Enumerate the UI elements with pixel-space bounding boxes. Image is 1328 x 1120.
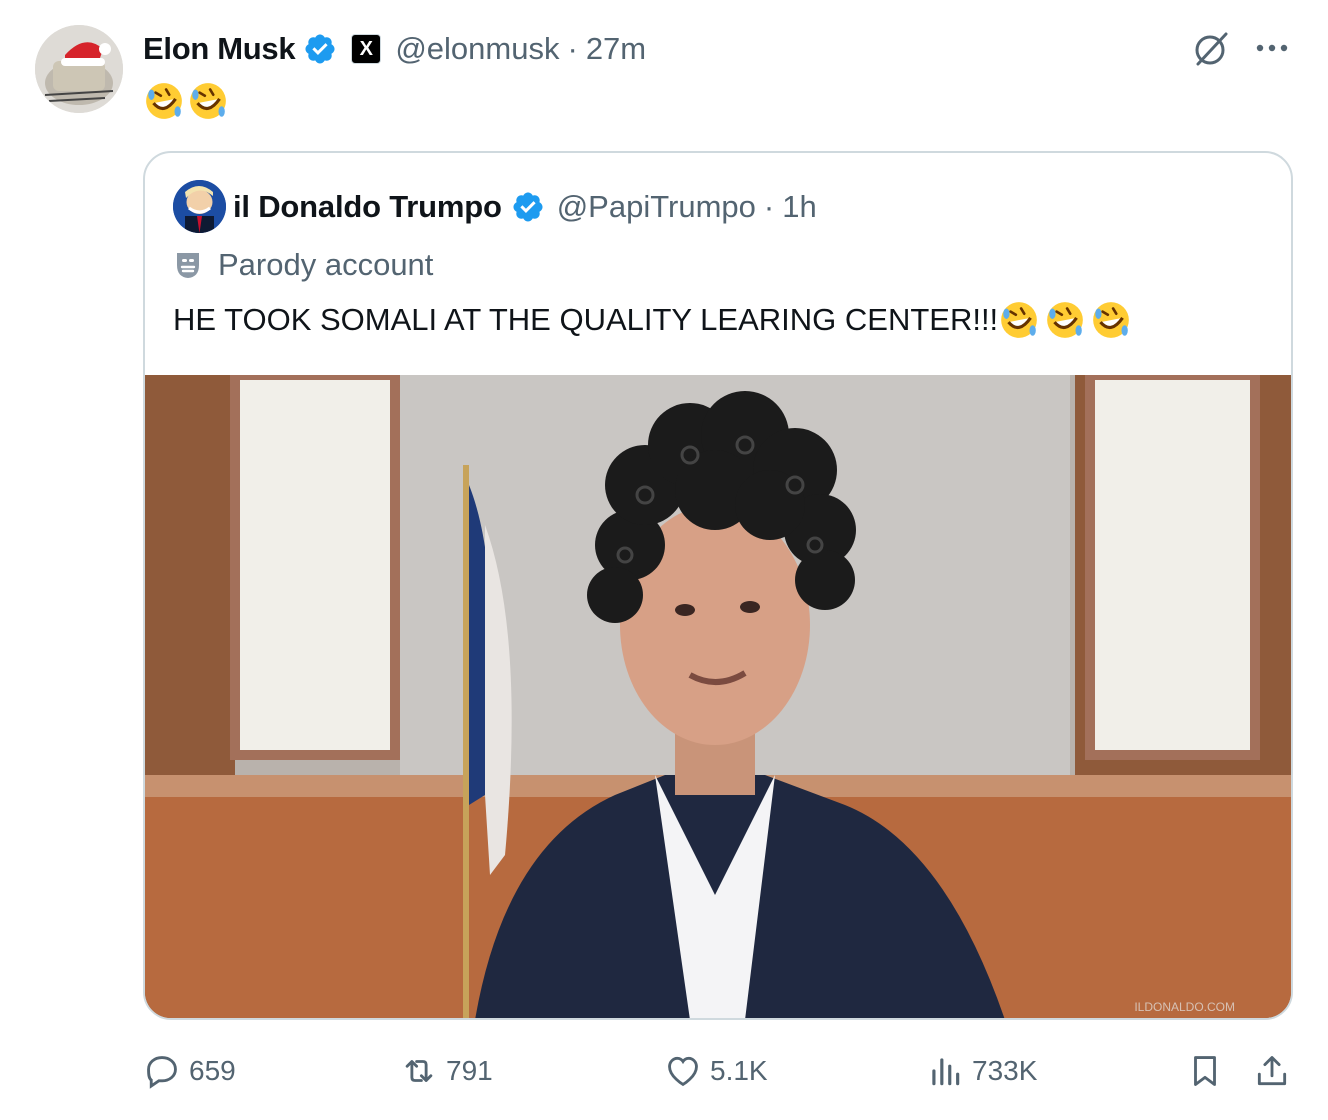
share-icon <box>1257 1056 1287 1086</box>
quoted-post-media[interactable]: ILDONALDO.COM <box>145 375 1291 1018</box>
reply-button[interactable]: 659 <box>143 1048 236 1094</box>
quoted-post-text: HE TOOK SOMALI AT THE QUALITY LEARING CE… <box>173 298 1132 342</box>
quoted-author-name[interactable]: il Donaldo Trumpo <box>233 189 502 225</box>
separator-dot: · <box>567 31 578 66</box>
rolling-laughing-emoji-icon <box>1047 302 1084 338</box>
rolling-laughing-emoji-icon <box>1093 302 1130 338</box>
media-watermark: ILDONALDO.COM <box>1134 1000 1235 1014</box>
reply-count: 659 <box>189 1055 236 1086</box>
separator-dot: · <box>763 189 775 224</box>
rolling-laughing-emoji-icon <box>190 83 226 119</box>
quoted-author-avatar[interactable] <box>173 180 226 233</box>
bookmark-button[interactable] <box>1186 1048 1224 1094</box>
theater-mask-icon <box>177 253 199 278</box>
author-handle[interactable]: @elonmusk <box>395 31 559 67</box>
repost-count: 791 <box>446 1055 493 1086</box>
more-icon[interactable] <box>1252 28 1292 68</box>
grok-icon[interactable] <box>1190 28 1232 70</box>
author-name[interactable]: Elon Musk <box>143 31 296 67</box>
verified-badge-icon <box>513 192 543 222</box>
quoted-post-header: il Donaldo Trumpo @PapiTrumpo · 1h <box>233 185 817 229</box>
heart-icon <box>668 1056 698 1087</box>
repost-icon <box>405 1060 433 1082</box>
quoted-post-timestamp[interactable]: 1h <box>782 189 816 225</box>
rolling-laughing-emoji-icon <box>1001 302 1038 338</box>
views-button[interactable]: 733K <box>926 1048 1037 1094</box>
verified-badge-icon <box>305 34 335 64</box>
like-button[interactable]: 5.1K <box>664 1048 768 1094</box>
quoted-author-handle[interactable]: @PapiTrumpo <box>557 189 756 225</box>
parody-label-text: Parody account <box>218 247 434 282</box>
author-avatar[interactable] <box>35 25 123 113</box>
reply-icon <box>147 1056 177 1089</box>
share-button[interactable] <box>1253 1048 1291 1094</box>
x-affiliate-badge[interactable]: X <box>351 34 382 64</box>
post-text <box>143 80 229 122</box>
bookmark-icon <box>1194 1056 1216 1086</box>
parody-account-label: Parody account <box>173 245 433 285</box>
quoted-post-card[interactable]: il Donaldo Trumpo @PapiTrumpo · 1h Parod… <box>143 151 1293 1020</box>
repost-button[interactable]: 791 <box>400 1048 493 1094</box>
rolling-laughing-emoji-icon <box>146 83 182 119</box>
post-header: Elon Musk X @elonmusk · 27m <box>143 28 646 70</box>
post-timestamp[interactable]: 27m <box>586 31 646 67</box>
quoted-post-text-content: HE TOOK SOMALI AT THE QUALITY LEARING CE… <box>173 302 999 337</box>
views-count: 733K <box>972 1055 1038 1086</box>
views-chart-icon <box>932 1058 960 1086</box>
like-count: 5.1K <box>710 1055 768 1086</box>
